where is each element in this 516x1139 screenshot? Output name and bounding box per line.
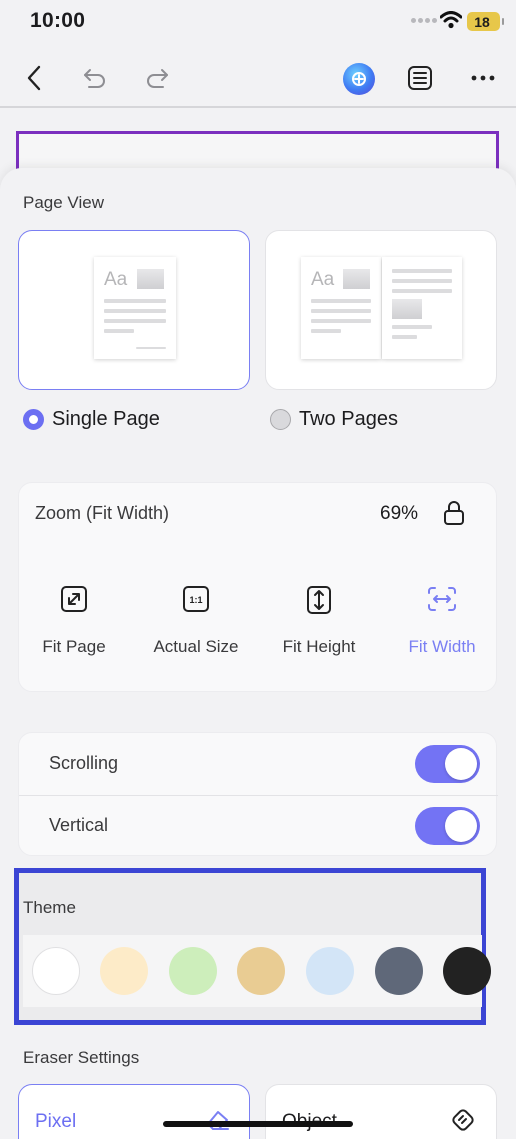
theme-swatch-strip (23, 935, 491, 1007)
view-settings-sheet: Page View Aa Aa Single Page Two Pages Zo… (0, 168, 516, 1139)
actual-size-label: Actual Size (153, 637, 239, 656)
eraser-icon (207, 1111, 229, 1130)
fit-page-icon (61, 586, 87, 612)
theme-swatch-cream[interactable] (100, 947, 148, 995)
thumbnail-text: Aa (104, 269, 128, 290)
two-pages-card[interactable]: Aa (265, 230, 497, 390)
two-pages-label: Two Pages (299, 408, 398, 430)
fit-page-label: Fit Page (42, 637, 106, 656)
theme-swatch-green[interactable] (169, 947, 217, 995)
theme-swatch-light-blue[interactable] (306, 947, 354, 995)
theme-section: Theme (14, 868, 491, 1025)
single-page-label: Single Page (52, 408, 160, 430)
status-time: 10:00 (30, 9, 86, 32)
top-toolbar (0, 46, 516, 108)
vertical-toggle[interactable] (415, 807, 480, 845)
scroll-toggles-panel: Scrolling Vertical (18, 732, 498, 857)
scrolling-toggle[interactable] (415, 745, 480, 783)
list-icon[interactable] (406, 64, 434, 92)
pixel-label: Pixel (35, 1111, 77, 1132)
two-pages-thumbnail-right (382, 257, 462, 359)
two-pages-thumbnail-left: Aa (301, 257, 381, 359)
fit-height-label: Fit Height (282, 637, 356, 656)
fit-page-button[interactable]: Fit Page (14, 585, 134, 657)
thumbnail-text: Aa (311, 269, 335, 290)
status-bar: 10:00 18 (0, 0, 516, 46)
cellular-signal-icon (411, 18, 437, 23)
page-view-title: Page View (23, 193, 104, 212)
battery-indicator: 18 (467, 12, 504, 31)
ai-assistant-icon[interactable] (343, 63, 375, 95)
fit-height-icon (307, 586, 331, 614)
single-page-option[interactable]: Single Page (23, 408, 160, 431)
pixel-eraser-option[interactable]: Pixel (18, 1084, 250, 1139)
theme-swatch-white[interactable] (32, 947, 80, 995)
scrolling-row: Scrolling (19, 733, 498, 796)
zoom-title: Zoom (Fit Width) (35, 503, 170, 523)
single-page-thumbnail: Aa (94, 257, 176, 359)
theme-swatch-slate[interactable] (375, 947, 423, 995)
undo-icon[interactable] (80, 64, 110, 92)
lock-icon[interactable] (443, 500, 465, 526)
vertical-row: Vertical (19, 795, 498, 857)
single-page-radio[interactable] (23, 409, 44, 430)
theme-swatch-tan[interactable] (237, 947, 285, 995)
wifi-icon (440, 11, 462, 29)
back-icon[interactable] (20, 64, 48, 92)
home-indicator (163, 1121, 353, 1127)
vertical-label: Vertical (49, 815, 109, 835)
zoom-panel: Zoom (Fit Width) 69% Fit Page 1:1 Actual… (18, 482, 497, 692)
two-pages-radio[interactable] (270, 409, 291, 430)
fit-width-icon (428, 587, 456, 611)
theme-title: Theme (23, 898, 76, 917)
theme-swatch-black[interactable] (443, 947, 491, 995)
zoom-value: 69% (380, 503, 419, 524)
actual-size-button[interactable]: 1:1 Actual Size (136, 585, 256, 657)
two-pages-option[interactable]: Two Pages (270, 408, 398, 431)
redo-icon[interactable] (142, 64, 172, 92)
object-eraser-option[interactable]: Object (265, 1084, 497, 1139)
actual-size-icon: 1:1 (183, 586, 209, 612)
more-icon[interactable] (468, 64, 498, 92)
scrolling-label: Scrolling (49, 753, 119, 773)
fit-height-button[interactable]: Fit Height (259, 585, 379, 657)
object-eraser-icon (452, 1109, 474, 1131)
eraser-settings-title: Eraser Settings (23, 1048, 140, 1067)
single-page-card[interactable]: Aa (18, 230, 250, 390)
fit-width-label: Fit Width (408, 637, 476, 656)
svg-text:1:1: 1:1 (189, 595, 202, 605)
fit-width-button[interactable]: Fit Width (382, 585, 502, 657)
